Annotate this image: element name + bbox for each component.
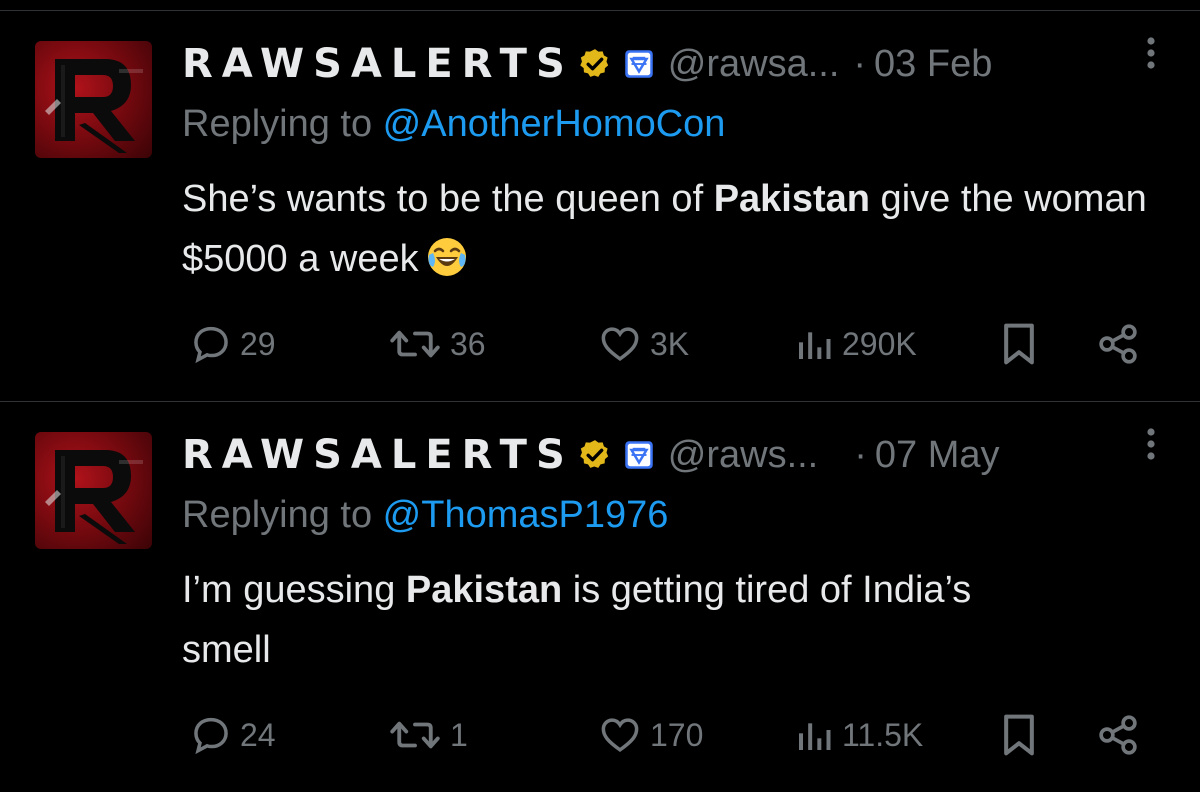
tweet-header: RAWSALERTS @raws... · 07 May <box>182 430 1182 480</box>
more-vertical-icon[interactable] <box>1146 424 1156 464</box>
face-with-tears-of-joy-icon <box>427 238 466 276</box>
views-chart-icon <box>799 723 831 750</box>
replying-to-line: Replying to @ThomasP1976 <box>182 494 668 537</box>
display-name[interactable]: RAWSALERTS <box>182 432 574 478</box>
share-button[interactable] <box>1096 319 1140 369</box>
reply-bubble-icon <box>194 326 228 364</box>
retweet-count: 1 <box>450 716 468 753</box>
tweet-text-part: I’m guessing <box>182 569 406 611</box>
tweet-text: She’s wants to be the queen of Pakistan … <box>182 169 1172 289</box>
share-icon <box>1099 324 1137 364</box>
bookmark-button[interactable] <box>1000 710 1038 760</box>
affiliate-badge-icon[interactable] <box>624 49 654 79</box>
views-button[interactable]: 11.5K <box>794 710 923 760</box>
reply-button[interactable]: 24 <box>190 710 276 760</box>
tweet[interactable]: RAWSALERTS @raws... · 07 May Replying to… <box>0 402 1200 792</box>
separator-dot: · <box>854 433 867 476</box>
avatar[interactable] <box>35 41 152 158</box>
like-count: 170 <box>650 716 704 753</box>
gold-verified-badge-icon[interactable] <box>578 438 612 472</box>
views-chart-icon <box>799 332 831 359</box>
reply-mention-link[interactable]: @AnotherHomoCon <box>383 103 726 145</box>
avatar-logo-icon <box>45 450 143 544</box>
timestamp[interactable]: 03 Feb <box>874 43 992 86</box>
reply-mention-link[interactable]: @ThomasP1976 <box>383 494 669 536</box>
retweet-button[interactable]: 1 <box>388 710 468 760</box>
tweet[interactable]: RAWSALERTS @rawsa... · 03 Feb Replying t… <box>0 11 1200 401</box>
handle[interactable]: @rawsa... <box>668 43 840 86</box>
retweet-count: 36 <box>450 325 486 362</box>
like-button[interactable]: 170 <box>598 710 703 760</box>
views-button[interactable]: 290K <box>794 319 917 369</box>
retweet-icon <box>390 330 440 358</box>
tweet-header: RAWSALERTS @rawsa... · 03 Feb <box>182 39 1182 89</box>
bookmark-icon <box>1004 714 1034 756</box>
like-button[interactable]: 3K <box>598 319 689 369</box>
display-name[interactable]: RAWSALERTS <box>182 41 574 87</box>
highlighted-term: Pakistan <box>405 569 563 611</box>
separator-dot: · <box>853 42 867 85</box>
retweet-button[interactable]: 36 <box>388 319 486 369</box>
timestamp[interactable]: 07 May <box>875 434 1000 477</box>
reply-count: 24 <box>240 716 276 753</box>
replying-label: Replying to <box>182 103 383 145</box>
tweet-text-part: She’s wants to be the queen of <box>182 178 714 220</box>
reply-bubble-icon <box>194 717 228 755</box>
tweet-text: I’m guessing Pakistan is getting tired o… <box>182 560 1062 680</box>
action-bar: 29 36 3K 290K <box>182 319 1142 369</box>
retweet-icon <box>390 721 440 749</box>
like-count: 3K <box>650 325 690 362</box>
heart-icon <box>601 327 639 362</box>
reply-button[interactable]: 29 <box>190 319 276 369</box>
avatar-logo-icon <box>45 59 143 153</box>
action-bar: 24 1 170 11.5K <box>182 710 1142 760</box>
bookmark-icon <box>1004 323 1034 365</box>
views-count: 290K <box>842 325 917 362</box>
bookmark-button[interactable] <box>1000 319 1038 369</box>
replying-label: Replying to <box>182 494 383 536</box>
views-count: 11.5K <box>842 716 924 753</box>
affiliate-badge-icon[interactable] <box>624 440 654 470</box>
replying-to-line: Replying to @AnotherHomoCon <box>182 103 725 146</box>
share-button[interactable] <box>1096 710 1140 760</box>
more-vertical-icon[interactable] <box>1146 33 1156 73</box>
heart-icon <box>601 718 639 753</box>
share-icon <box>1099 715 1137 755</box>
avatar[interactable] <box>35 432 152 549</box>
handle[interactable]: @raws... <box>668 434 818 477</box>
gold-verified-badge-icon[interactable] <box>578 47 612 81</box>
reply-count: 29 <box>240 325 276 362</box>
highlighted-term: Pakistan <box>713 178 870 220</box>
